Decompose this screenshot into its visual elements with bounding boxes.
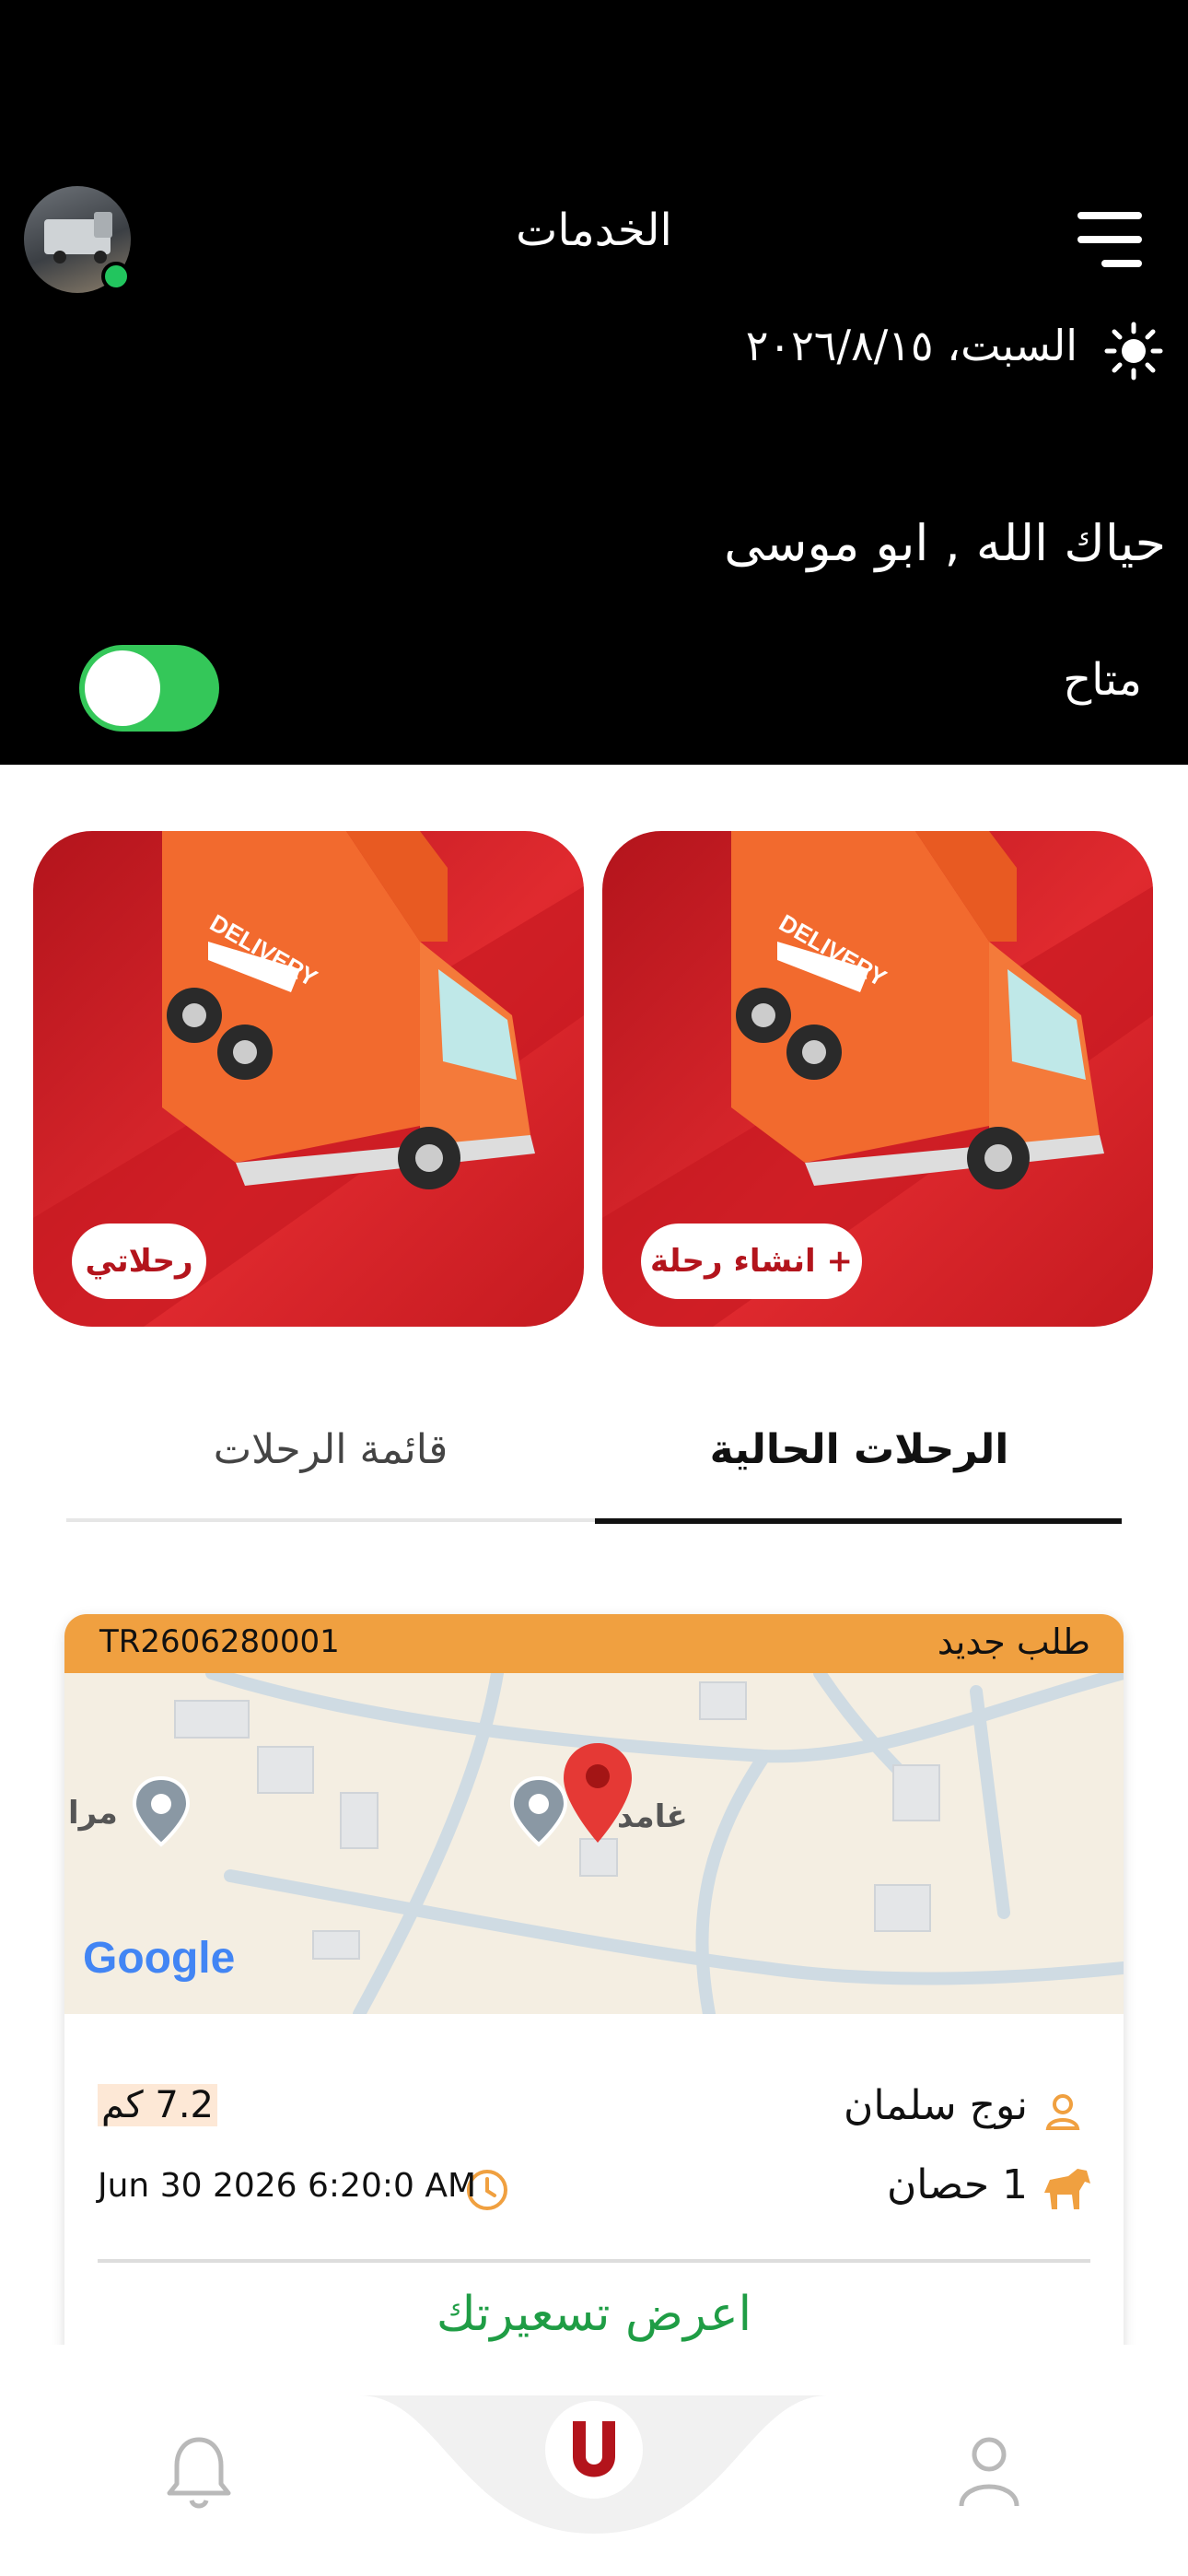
- tab-trips-list[interactable]: قائمة الرحلات: [68, 1426, 593, 1473]
- create-trip-card[interactable]: DELIVERY + انشاء رحلة: [602, 831, 1153, 1327]
- menu-icon[interactable]: [1077, 210, 1142, 269]
- offer-price-button[interactable]: اعرض تسعيرتك: [64, 2287, 1124, 2342]
- page-title: الخدمات: [516, 205, 672, 256]
- trip-map[interactable]: مرا غامد Google: [64, 1667, 1124, 2020]
- profile-icon[interactable]: [954, 2432, 1024, 2510]
- trip-id: TR2606280001: [99, 1623, 340, 1660]
- tab-current-trips[interactable]: الرحلات الحالية: [597, 1426, 1122, 1473]
- map-label: غامد: [617, 1798, 688, 1835]
- bell-icon[interactable]: [164, 2432, 234, 2510]
- trip-header: TR2606280001 طلب جديد: [64, 1614, 1124, 1673]
- greeting: حياك الله , ابو موسى: [724, 514, 1166, 572]
- sun-icon: [1104, 322, 1163, 381]
- online-status-dot: [101, 262, 131, 291]
- my-trips-button[interactable]: رحلاتي: [72, 1224, 206, 1299]
- status-badge: طلب جديد: [937, 1622, 1090, 1662]
- my-trips-card[interactable]: DELIVERY رحلاتي: [33, 831, 584, 1327]
- map-label: مرا: [68, 1795, 118, 1832]
- trip-distance: 7.2 كم: [98, 2084, 218, 2126]
- tab-active-indicator: [595, 1518, 1122, 1524]
- google-logo: Google: [83, 1934, 236, 1983]
- magnet-icon: [573, 2421, 615, 2477]
- divider: [98, 2259, 1090, 2263]
- cargo-count: 1 حصان: [886, 2161, 1028, 2208]
- customer-name: نوج سلمان: [844, 2082, 1028, 2129]
- map-pin-icon: [132, 1775, 191, 1847]
- user-icon: [1045, 2094, 1080, 2130]
- date-label: السبت، ٢٠٢٦/٨/١٥: [745, 321, 1077, 370]
- center-nav-button[interactable]: [545, 2401, 643, 2499]
- availability-toggle[interactable]: [79, 645, 219, 732]
- horse-icon: [1044, 2169, 1090, 2209]
- trip-datetime: Jun 30 2026 6:20:0 AM: [98, 2167, 477, 2205]
- header: الخدمات السبت، ٢٠٢٦/٨/١٥ حياك الله , ابو…: [0, 0, 1188, 765]
- create-trip-button[interactable]: + انشاء رحلة: [641, 1224, 862, 1299]
- availability-label: متاح: [1063, 654, 1142, 706]
